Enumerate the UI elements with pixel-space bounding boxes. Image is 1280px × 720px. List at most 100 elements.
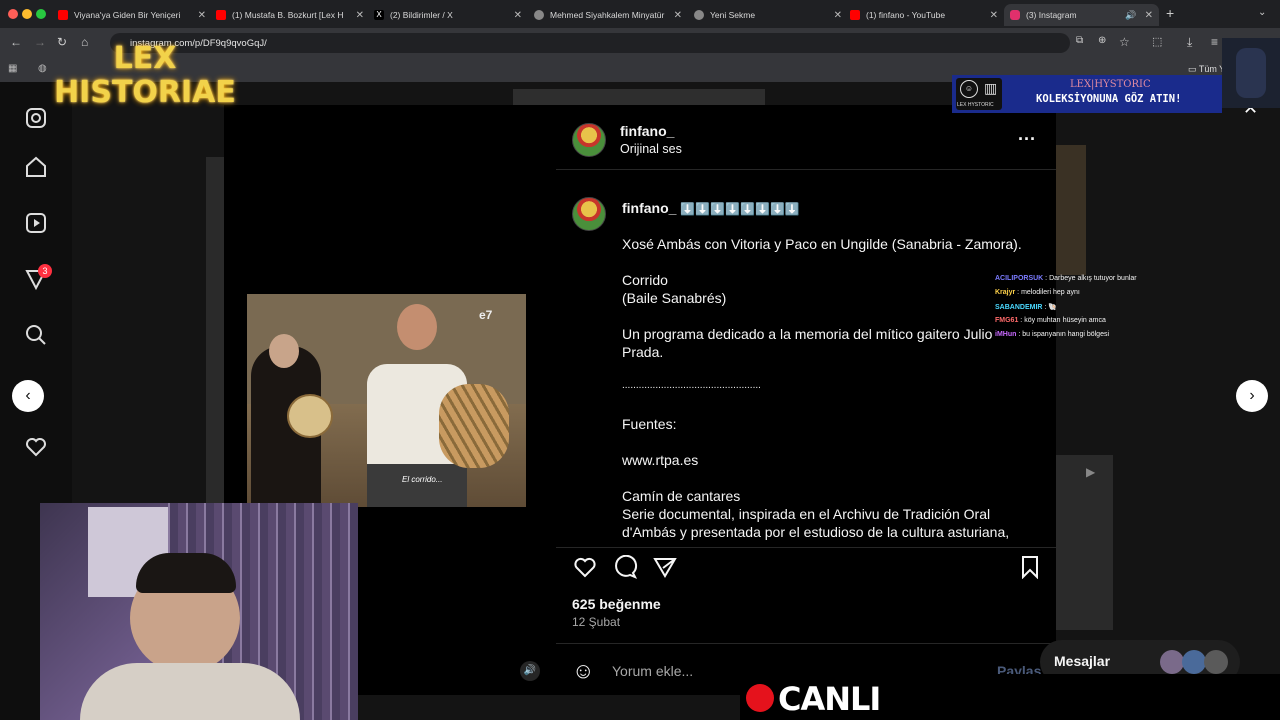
all-bookmarks[interactable]: ▭ Tüm Y <box>1188 64 1225 75</box>
divider <box>556 547 1056 548</box>
post-panel: finfano_ Orijinal ses ··· finfano_ ⬇️⬇️⬇… <box>556 105 1056 695</box>
chrome-icon <box>694 10 704 20</box>
caption-line: Un programa dedicado a la memoria del mí… <box>622 326 993 342</box>
caption-line: Camín de cantares <box>622 488 741 504</box>
globe-icon[interactable]: ◍ <box>38 63 47 74</box>
instagram-icon <box>1010 10 1020 20</box>
caption-header: finfano_ ⬇️⬇️⬇️⬇️⬇️⬇️⬇️⬇️ <box>622 200 800 216</box>
messages-label: Mesajlar <box>1054 653 1111 669</box>
close-tab-icon[interactable]: ✕ <box>198 10 206 21</box>
close-tab-icon[interactable]: ✕ <box>834 10 842 21</box>
volume-icon[interactable]: 🔊 <box>520 661 540 681</box>
close-tab-icon[interactable]: ✕ <box>356 10 364 21</box>
new-tab-button[interactable]: + <box>1166 5 1174 21</box>
chat-message: SABANDEMIR : 🐚 <box>995 304 1058 311</box>
live-dot-icon <box>746 684 774 712</box>
lex-hystoric-badge: ☺ ▥ LEX HYSTORIC <box>956 78 1002 110</box>
comment-input[interactable]: Yorum ekle... <box>612 663 693 679</box>
caption-line: Corrido <box>622 272 668 288</box>
audio-label[interactable]: Orijinal ses <box>620 142 682 156</box>
post-username[interactable]: finfano_ <box>620 123 674 139</box>
heart-icon[interactable] <box>24 435 48 459</box>
tab-strip: Viyana'ya Giden Bir Yeniçeri ✕ (1) Mustaf… <box>0 0 1280 28</box>
close-window-button[interactable] <box>8 9 18 19</box>
woman-face <box>269 334 299 368</box>
caption-link[interactable]: www.rtpa.es <box>622 452 698 468</box>
tab-search-chevron-icon[interactable]: ⌄ <box>1258 7 1266 18</box>
avatar <box>1160 650 1184 674</box>
drum <box>439 384 509 468</box>
close-tab-icon[interactable]: ✕ <box>514 10 522 21</box>
tambourine <box>287 394 333 438</box>
download-icon[interactable]: ⤓ <box>1187 35 1192 50</box>
bookmark-icon[interactable] <box>1018 555 1042 579</box>
x-icon: X <box>374 10 384 20</box>
caption-avatar[interactable] <box>572 197 606 231</box>
instagram-logo-icon[interactable] <box>24 106 48 130</box>
menu-lines-icon[interactable]: ≡ <box>1211 35 1218 49</box>
next-post-button[interactable]: › <box>1236 380 1268 412</box>
close-tab-icon[interactable]: ✕ <box>674 10 682 21</box>
caption-line: Serie documental, inspirada en el Archiv… <box>622 506 991 522</box>
emoji-icon[interactable]: ☺ <box>572 658 594 684</box>
notification-badge: 3 <box>38 264 52 278</box>
close-tab-icon[interactable]: ✕ <box>990 10 998 21</box>
address-bar[interactable]: instagram.com/p/DF9q9qvoGqJ/ <box>110 33 1070 53</box>
like-heart-icon[interactable] <box>572 555 598 579</box>
youtube-icon <box>58 10 68 20</box>
speaker-icon[interactable]: 🔊 <box>1125 10 1136 21</box>
banner-text: KOLEKSİYONUNA GÖZ ATIN! <box>1036 93 1182 105</box>
chat-message: FMG61 : köy muhtarı hüseyin amca <box>995 317 1106 324</box>
extensions-icon[interactable]: ⬚ <box>1152 35 1162 48</box>
background-post: ▶ <box>1056 455 1113 630</box>
comment-icon[interactable] <box>612 555 638 579</box>
avatar <box>1182 650 1206 674</box>
star-icon[interactable]: ☆ <box>1119 35 1130 49</box>
zoom-icon[interactable]: ⊕ <box>1098 35 1106 46</box>
webcam-feed <box>40 503 358 720</box>
live-indicator: CANLI <box>740 674 1280 720</box>
home-icon[interactable] <box>24 155 48 179</box>
close-tab-icon[interactable]: ✕ <box>1145 10 1153 21</box>
live-label: CANLI <box>778 680 881 718</box>
caption-line: d'Ambás y presentada por el estudioso de… <box>622 524 1010 540</box>
channel-watermark: e7 <box>479 308 493 322</box>
tab-1[interactable]: Viyana'ya Giden Bir Yeniçeri ✕ <box>52 4 212 26</box>
tab-4[interactable]: Mehmed Siyahkalem Minyatür ✕ <box>528 4 688 26</box>
search-icon[interactable] <box>24 323 48 347</box>
laurel-icon: ☺ <box>960 80 978 98</box>
merch-hoodie <box>1222 38 1280 108</box>
apps-grid-icon[interactable]: ▦ <box>8 63 17 74</box>
caption-username[interactable]: finfano_ <box>622 200 676 216</box>
tab-3[interactable]: X (2) Bildirimler / X ✕ <box>368 4 528 26</box>
minimize-window-button[interactable] <box>22 9 32 19</box>
install-icon[interactable]: ⧉ <box>1076 35 1083 46</box>
like-count[interactable]: 625 beğenme <box>572 596 661 612</box>
tab-7-active[interactable]: (3) Instagram 🔊 ✕ <box>1004 4 1159 26</box>
column-icon: ▥ <box>984 80 998 96</box>
post-date: 12 Şubat <box>572 615 621 629</box>
reels-icon[interactable] <box>24 211 48 235</box>
banner-brand: LEX|HYSTORIC <box>1070 79 1151 90</box>
forward-icon[interactable]: → <box>34 35 46 49</box>
divider <box>556 169 1056 170</box>
stream-chat: ACILIPORSUK : Darbeye alkış tutuyor bunl… <box>995 275 1195 345</box>
chat-message: ACILIPORSUK : Darbeye alkış tutuyor bunl… <box>995 275 1137 282</box>
tab-6[interactable]: (1) finfano - YouTube ✕ <box>844 4 1004 26</box>
chat-message: iMHun : bu ispanyanın hangi bölgesi <box>995 331 1110 338</box>
more-options-icon[interactable]: ··· <box>1018 129 1036 150</box>
tab-5[interactable]: Yeni Sekme ✕ <box>688 4 848 26</box>
tab-2[interactable]: (1) Mustafa B. Bozkurt [Lex H ✕ <box>210 4 370 26</box>
caption-line: (Baile Sanabrés) <box>622 290 727 306</box>
zoom-window-button[interactable] <box>36 9 46 19</box>
divider <box>556 643 1056 644</box>
arrow-down-emoji-icons: ⬇️⬇️⬇️⬇️⬇️⬇️⬇️⬇️ <box>680 202 800 216</box>
video-frame[interactable]: e7 El corrido... <box>247 294 526 507</box>
previous-post-button[interactable]: ‹ <box>12 380 44 412</box>
avatar[interactable] <box>572 123 606 157</box>
back-icon[interactable]: ← <box>10 35 22 49</box>
caption-line: ........................................… <box>622 380 761 391</box>
lex-historiae-logo: LEX HISTORIAE <box>54 41 236 110</box>
share-send-icon[interactable] <box>652 555 678 579</box>
hoodie-shape <box>1236 48 1266 98</box>
